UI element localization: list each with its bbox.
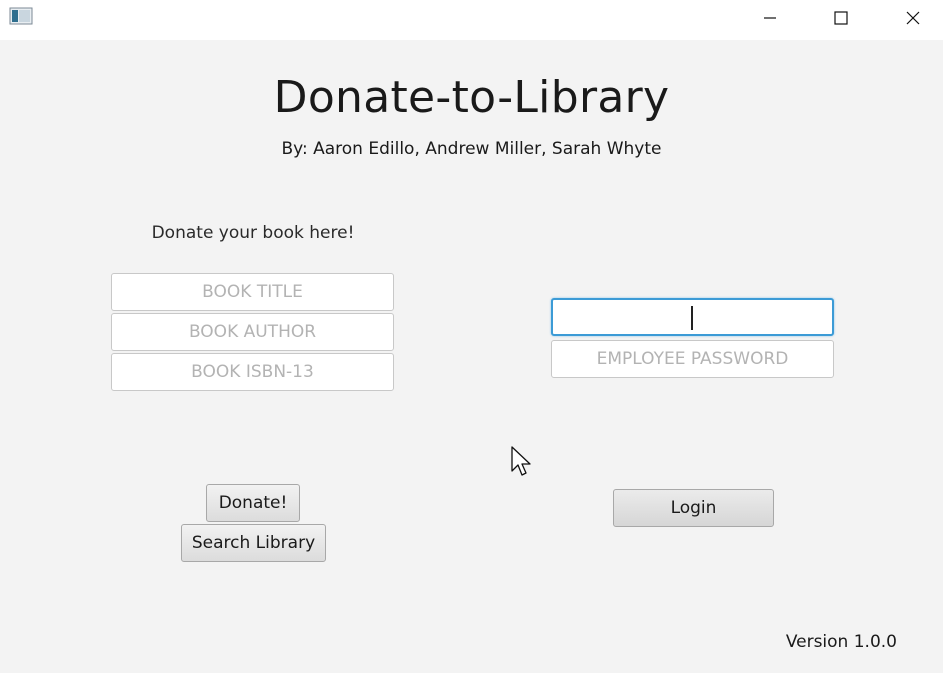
book-title-input[interactable] bbox=[111, 273, 394, 311]
app-title: Donate-to-Library bbox=[273, 72, 670, 123]
employee-password-input[interactable] bbox=[551, 340, 834, 378]
minimize-button[interactable] bbox=[747, 0, 793, 36]
maximize-icon bbox=[834, 11, 848, 25]
donate-button[interactable]: Donate! bbox=[206, 484, 300, 522]
login-button[interactable]: Login bbox=[613, 489, 774, 527]
app-window: Donate-to-Library By: Aaron Edillo, Andr… bbox=[0, 0, 943, 673]
minimize-icon bbox=[764, 17, 776, 19]
close-icon bbox=[906, 11, 920, 25]
authors-line: By: Aaron Edillo, Andrew Miller, Sarah W… bbox=[281, 139, 662, 159]
title-bar bbox=[0, 0, 943, 40]
book-author-input[interactable] bbox=[111, 313, 394, 351]
book-isbn-input[interactable] bbox=[111, 353, 394, 391]
maximize-button[interactable] bbox=[818, 0, 864, 36]
search-library-button[interactable]: Search Library bbox=[181, 524, 326, 562]
mouse-pointer-icon bbox=[511, 446, 533, 478]
close-button[interactable] bbox=[890, 0, 936, 36]
text-caret bbox=[691, 306, 693, 330]
app-window-icon bbox=[9, 7, 33, 25]
donate-heading: Donate your book here! bbox=[151, 223, 355, 243]
version-label: Version 1.0.0 bbox=[785, 632, 897, 652]
